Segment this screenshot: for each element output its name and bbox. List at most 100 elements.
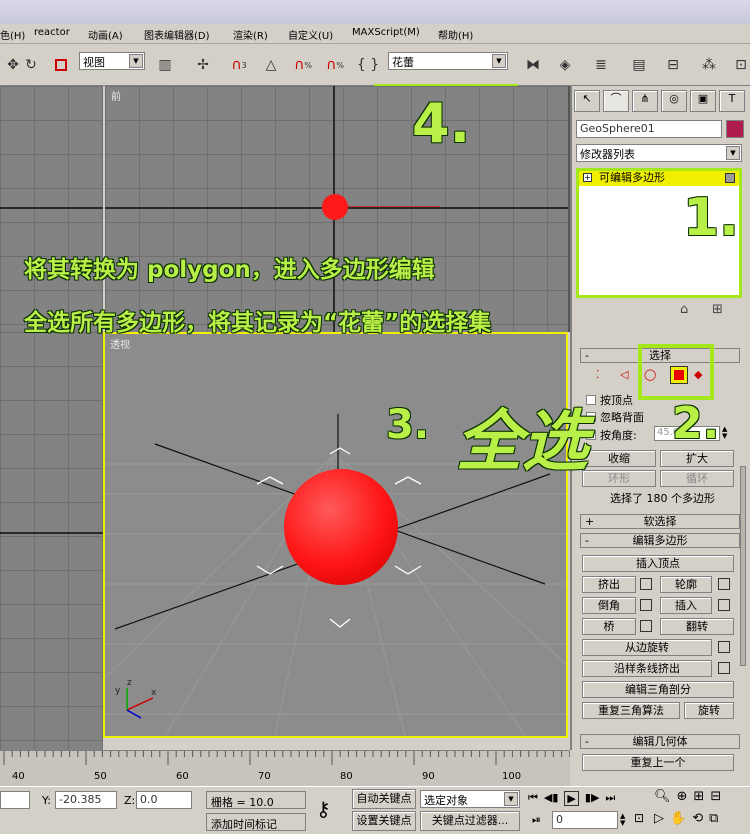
arc-rotate-icon[interactable]: ⟲ [692, 811, 703, 826]
hinge-from-edge-button[interactable]: 从边旋转 [582, 639, 712, 656]
select-manipulate-icon[interactable]: ✢ [190, 52, 216, 78]
ring-button[interactable]: 环形 [582, 470, 656, 487]
pivot-icon[interactable]: ▥ [152, 52, 178, 78]
modify-tab-icon[interactable]: ⌒ [603, 90, 629, 112]
y-coordinate-field[interactable]: -20.385 [55, 791, 117, 809]
menu-item-reactor[interactable]: reactor [34, 27, 70, 38]
display-tab-icon[interactable]: ▣ [690, 90, 716, 112]
align-icon[interactable]: ◈ [552, 52, 578, 78]
flip-button[interactable]: 翻转 [660, 618, 734, 635]
key-mode-icon[interactable]: ⏯ [532, 813, 541, 827]
zoom-icon[interactable]: 🔍︎ [654, 789, 671, 804]
rollout-soft-selection-header[interactable]: + 软选择 [580, 514, 740, 529]
menu-item-rendering[interactable]: 渲染(R) [233, 27, 268, 42]
rotate-icon[interactable]: ↻ [18, 52, 44, 78]
create-tab-icon[interactable]: ↖ [574, 90, 600, 112]
add-time-tag[interactable]: 添加时间标记 [206, 813, 306, 831]
zoom-extents-all-icon[interactable]: ⊟ [710, 789, 721, 804]
edit-named-selection-icon[interactable]: { } [355, 52, 381, 78]
object-name-field[interactable]: GeoSphere01 [576, 120, 722, 138]
sphere-front-view[interactable] [322, 194, 348, 220]
ignore-backfacing-checkbox[interactable]: 忽略背面 [586, 409, 644, 425]
rollout-edit-geometry-header[interactable]: - 编辑几何体 [580, 734, 740, 749]
menu-item-animation[interactable]: 动画(A) [88, 27, 123, 42]
front-viewport[interactable]: 前 [105, 86, 570, 332]
extrude-along-spline-button[interactable]: 沿样条线挤出 [582, 660, 712, 677]
render-scene-icon[interactable]: ⊡ [728, 52, 750, 78]
grow-button[interactable]: 扩大 [660, 450, 734, 467]
next-frame-icon[interactable]: ▮▶ [585, 791, 600, 806]
loop-button[interactable]: 循环 [660, 470, 734, 487]
command-panel-scrollbar[interactable] [740, 466, 746, 666]
motion-tab-icon[interactable]: ◎ [661, 90, 687, 112]
menu-item-color[interactable]: 色(H) [0, 27, 25, 42]
mirror-icon[interactable]: ⧓ [520, 52, 546, 78]
key-icon[interactable]: ⚷ [316, 797, 331, 821]
named-selection-set-dropdown[interactable]: 花蕾 ▼ [388, 52, 508, 70]
inset-button[interactable]: 插入 [660, 597, 712, 614]
vertex-subobject-icon[interactable]: ⁚ [596, 368, 600, 381]
time-config-icon[interactable]: ⊡ [634, 811, 644, 825]
pin-stack-icon[interactable]: ⌂ [680, 302, 688, 317]
current-frame-field[interactable]: 0 [552, 811, 618, 829]
turn-button[interactable]: 旋转 [684, 702, 734, 719]
menu-item-customize[interactable]: 自定义(U) [288, 27, 333, 42]
object-color-swatch[interactable] [726, 120, 744, 138]
play-icon[interactable]: ▶ [564, 791, 579, 806]
left-viewport[interactable] [0, 332, 103, 750]
outline-button[interactable]: 轮廓 [660, 576, 712, 593]
configure-modifier-sets-icon[interactable]: ⊞ [712, 302, 723, 317]
key-mode-dropdown[interactable]: 选定对象 ▼ [420, 790, 520, 808]
percent-snap-icon[interactable]: ∩% [290, 52, 316, 78]
set-key-button[interactable]: 设置关键点 [352, 811, 416, 831]
extrude-settings-icon[interactable] [640, 578, 652, 590]
repeat-last-button[interactable]: 重复上一个 [582, 754, 734, 771]
inset-settings-icon[interactable] [718, 599, 730, 611]
angle-spinner-arrows[interactable]: ▲ ▼ [722, 426, 727, 440]
hinge-settings-icon[interactable] [718, 641, 730, 653]
key-filters-button[interactable]: 关键点过滤器... [420, 811, 520, 831]
utilities-tab-icon[interactable]: T [719, 90, 745, 112]
rollout-edit-polygons-header[interactable]: - 编辑多边形 [580, 533, 740, 548]
previous-frame-icon[interactable]: ◀▮ [544, 791, 559, 806]
edit-triangulation-button[interactable]: 编辑三角剖分 [582, 681, 734, 698]
bridge-settings-icon[interactable] [640, 620, 652, 632]
spinner-snap-icon[interactable]: ∩% [322, 52, 348, 78]
extrude-button[interactable]: 挤出 [582, 576, 636, 593]
frame-spinner-arrows[interactable]: ▲ ▼ [620, 813, 625, 827]
insert-vertex-button[interactable]: 插入顶点 [582, 555, 734, 572]
retriangulate-button[interactable]: 重复三角算法 [582, 702, 680, 719]
by-vertex-checkbox[interactable]: 按顶点 [586, 392, 633, 408]
maximize-viewport-icon[interactable]: ⧉ [709, 811, 718, 826]
snap-toggle-icon[interactable]: ∩ 3 [226, 52, 252, 78]
x-coordinate-field[interactable] [0, 791, 30, 809]
extrude-spline-settings-icon[interactable] [718, 662, 730, 674]
zoom-extents-icon[interactable]: ⊞ [693, 789, 704, 804]
sphere-geosphere01[interactable] [284, 469, 398, 585]
schematic-view-icon[interactable]: ⊟ [660, 52, 686, 78]
bevel-button[interactable]: 倒角 [582, 597, 636, 614]
menu-item-help[interactable]: 帮助(H) [438, 27, 473, 42]
menu-item-graph-editors[interactable]: 图表编辑器(D) [144, 27, 210, 42]
go-to-start-icon[interactable]: ⏮ [528, 791, 538, 806]
auto-key-button[interactable]: 自动关键点 [352, 789, 416, 809]
timeline-ruler[interactable]: 40 50 60 70 80 90 100 [0, 750, 570, 786]
by-angle-checkbox[interactable]: 按角度: [586, 427, 637, 443]
reference-coordinate-dropdown[interactable]: 视图 ▼ [79, 52, 145, 70]
pan-icon[interactable]: ✋ [670, 811, 686, 826]
menu-item-maxscript[interactable]: MAXScript(M) [352, 27, 420, 38]
top-left-viewport[interactable] [0, 86, 103, 332]
track-view-icon[interactable]: ▤ [626, 52, 652, 78]
angle-snap-icon[interactable]: △ [258, 52, 284, 78]
shrink-button[interactable]: 收缩 [582, 450, 656, 467]
z-coordinate-field[interactable]: 0.0 [136, 791, 192, 809]
scale-icon[interactable] [48, 52, 74, 78]
edge-subobject-icon[interactable]: ◁ [620, 368, 628, 381]
go-to-end-icon[interactable]: ⏭ [605, 791, 615, 806]
hierarchy-tab-icon[interactable]: ⋔ [632, 90, 658, 112]
layer-manager-icon[interactable]: ≣ [588, 52, 614, 78]
bevel-settings-icon[interactable] [640, 599, 652, 611]
bridge-button[interactable]: 桥 [582, 618, 636, 635]
modifier-list-dropdown[interactable]: 修改器列表 ▼ [576, 144, 742, 162]
zoom-all-icon[interactable]: ⊕ [677, 789, 688, 804]
